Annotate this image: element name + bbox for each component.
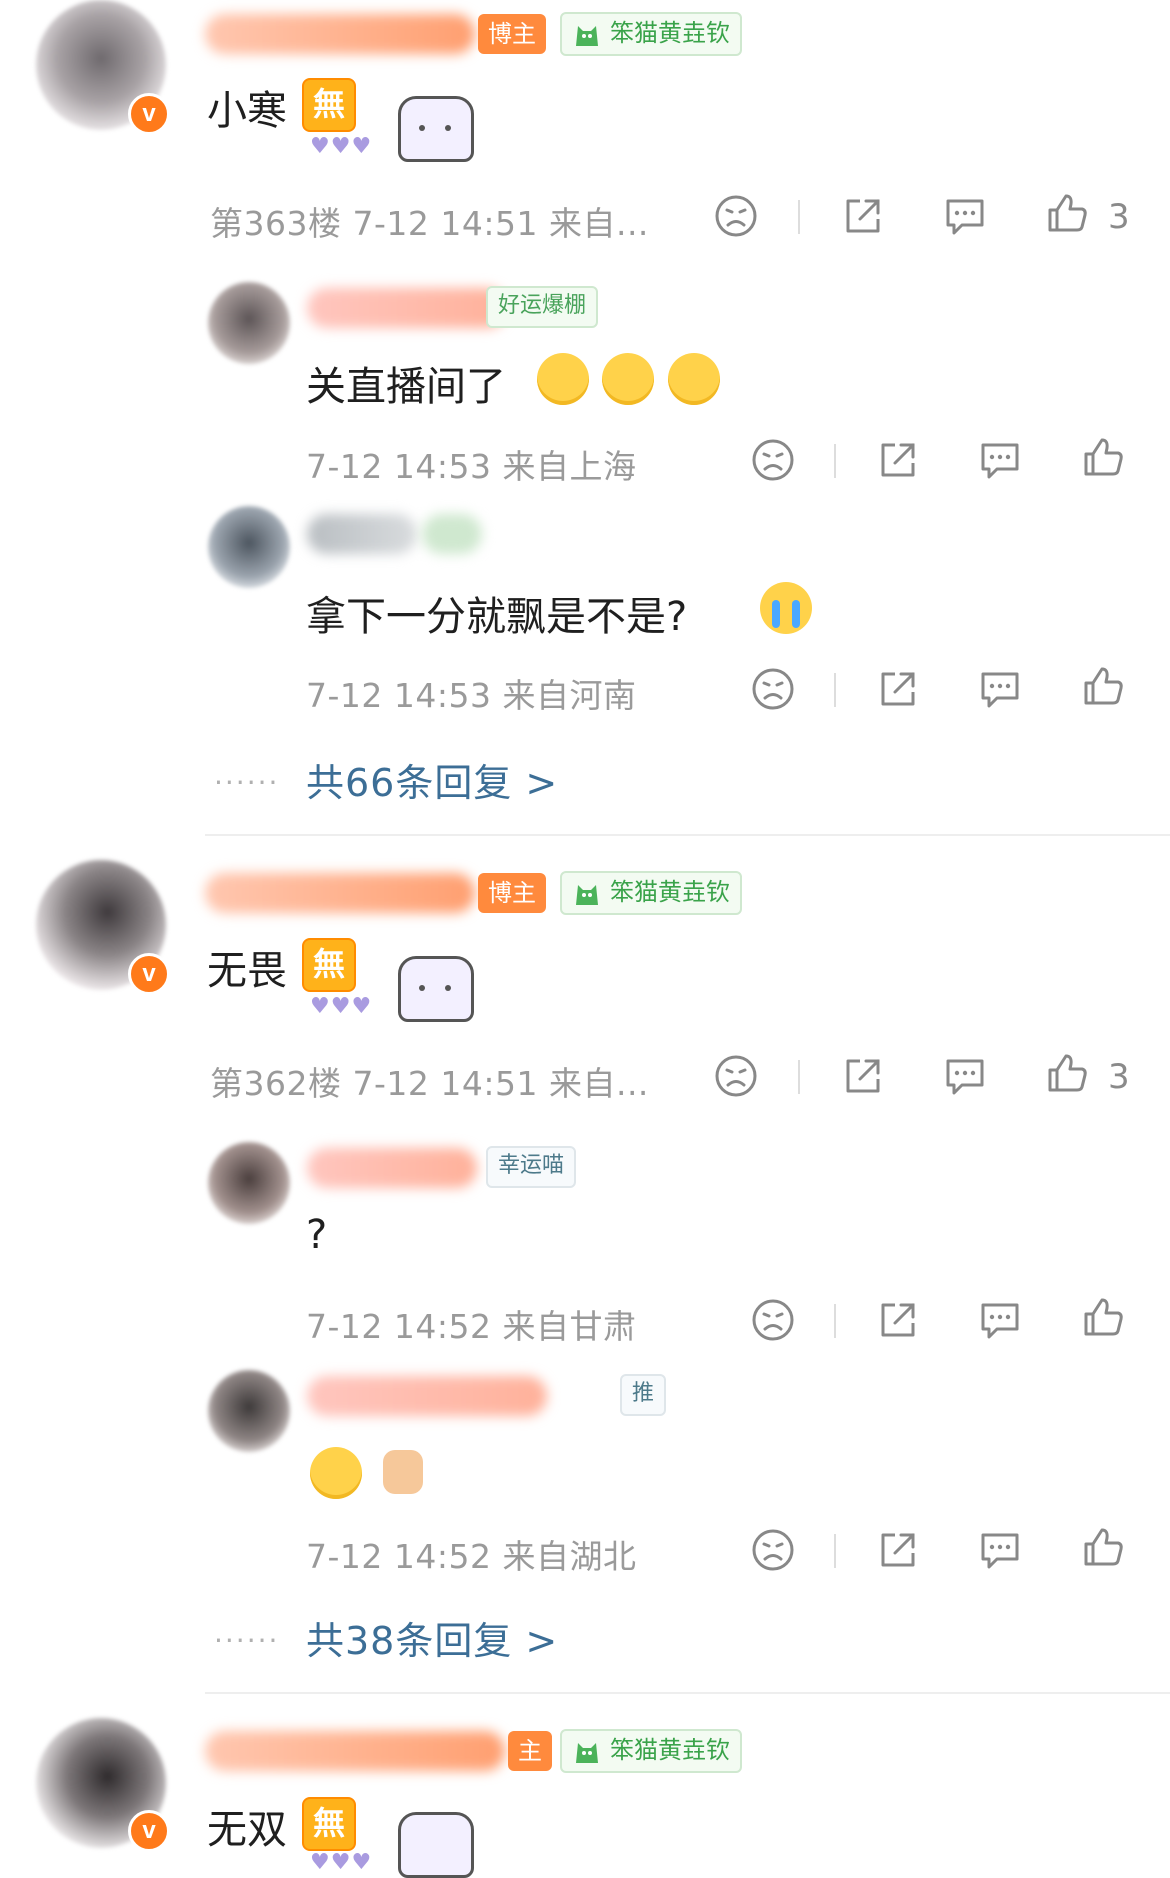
verified-v-icon: v — [128, 1810, 170, 1852]
username-blurred[interactable] — [307, 514, 417, 554]
dislike-face-icon[interactable] — [713, 1053, 759, 1099]
like-count: 3 — [1108, 1057, 1130, 1097]
username-blurred[interactable] — [307, 1148, 477, 1188]
smile-emoji-icon — [668, 353, 720, 405]
fan-group-tag[interactable]: 笨猫黄垚钦 — [560, 871, 742, 915]
comment-icon[interactable] — [942, 193, 988, 239]
thumb-up-icon[interactable] — [1080, 663, 1126, 709]
hand-emoji-icon — [383, 1450, 423, 1494]
verified-v-icon: v — [128, 93, 170, 135]
divider — [798, 200, 800, 234]
fan-group-tag[interactable]: 笨猫黄垚钦 — [560, 1729, 742, 1773]
badge-icon: 無 — [302, 938, 356, 992]
divider — [205, 834, 1170, 836]
dislike-face-icon[interactable] — [713, 193, 759, 239]
reply-avatar[interactable] — [208, 1142, 290, 1224]
comment-meta: 第363楼 7-12 14:51 来自... — [210, 204, 649, 243]
divider — [205, 1692, 1170, 1694]
smile-emoji-icon — [537, 353, 589, 405]
share-icon[interactable] — [875, 666, 921, 712]
reply-meta: 7-12 14:52 来自甘肃 — [306, 1307, 637, 1346]
share-icon[interactable] — [875, 437, 921, 483]
ellipsis: ...... — [214, 1616, 280, 1649]
comment-text: 无双 — [207, 1807, 287, 1853]
comment-text: 无畏 — [207, 948, 287, 994]
dislike-face-icon[interactable] — [750, 666, 796, 712]
reply-user-tag: 推 — [620, 1374, 667, 1416]
fan-group-tag[interactable]: 笨猫黄垚钦 — [560, 12, 742, 56]
thumb-up-icon[interactable] — [1080, 1524, 1126, 1570]
username-blurred[interactable] — [205, 873, 475, 913]
hearts-decoration-icon: ♥♥♥ — [310, 1850, 373, 1875]
divider — [834, 444, 836, 478]
reply-meta: 7-12 14:52 来自湖北 — [306, 1537, 637, 1576]
blurred-tag — [422, 514, 482, 554]
smile-emoji-icon — [602, 353, 654, 405]
reply-text: 拿下一分就飘是不是? — [306, 594, 688, 640]
reply-user-tag: 幸运喵 — [486, 1146, 577, 1188]
crying-emoji-icon — [760, 582, 812, 634]
username-blurred[interactable] — [205, 1731, 505, 1771]
verified-v-icon: v — [128, 953, 170, 995]
share-icon[interactable] — [840, 193, 886, 239]
fan-group-label: 笨猫黄垚钦 — [610, 19, 730, 47]
username-blurred[interactable] — [307, 1376, 547, 1416]
reply-avatar[interactable] — [208, 282, 290, 364]
badge-icon: 無 — [302, 1797, 356, 1851]
view-more-replies-link[interactable]: 共38条回复 > — [306, 1610, 558, 1665]
divider — [834, 673, 836, 707]
comment-text: 小寒 — [207, 88, 287, 134]
divider — [834, 1534, 836, 1568]
badge-icon: 無 — [302, 78, 356, 132]
dislike-face-icon[interactable] — [750, 1297, 796, 1343]
host-tag: 主 — [508, 1731, 552, 1771]
reply-avatar[interactable] — [208, 1370, 290, 1452]
thumb-up-icon[interactable] — [1044, 190, 1090, 236]
bunny-sticker-icon — [398, 96, 474, 162]
reply-meta: 7-12 14:53 来自上海 — [306, 447, 637, 486]
reply-meta: 7-12 14:53 来自河南 — [306, 676, 637, 715]
divider — [834, 1304, 836, 1338]
fan-group-label: 笨猫黄垚钦 — [610, 1736, 730, 1764]
host-tag: 博主 — [478, 14, 546, 54]
thumb-up-icon[interactable] — [1080, 1294, 1126, 1340]
thumb-up-icon[interactable] — [1080, 434, 1126, 480]
divider — [798, 1060, 800, 1094]
hearts-decoration-icon: ♥♥♥ — [310, 134, 373, 159]
hearts-decoration-icon: ♥♥♥ — [310, 994, 373, 1019]
comment-icon[interactable] — [977, 437, 1023, 483]
reply-user-tag: 好运爆棚 — [486, 286, 599, 328]
share-icon[interactable] — [840, 1053, 886, 1099]
reply-avatar[interactable] — [208, 506, 290, 588]
host-tag: 博主 — [478, 873, 546, 913]
comment-icon[interactable] — [977, 1297, 1023, 1343]
fan-group-label: 笨猫黄垚钦 — [610, 878, 730, 906]
comment-icon[interactable] — [977, 1527, 1023, 1573]
comment-meta: 第362楼 7-12 14:51 来自... — [210, 1064, 649, 1103]
bunny-sticker-icon — [398, 956, 474, 1022]
bunny-sticker-icon — [398, 1812, 474, 1878]
username-blurred[interactable] — [205, 14, 475, 54]
username-blurred[interactable] — [307, 288, 507, 328]
laughing-emoji-icon — [310, 1447, 362, 1499]
view-more-replies-link[interactable]: 共66条回复 > — [306, 752, 558, 807]
cat-icon — [576, 1743, 598, 1763]
share-icon[interactable] — [875, 1297, 921, 1343]
like-count: 3 — [1108, 197, 1130, 237]
share-icon[interactable] — [875, 1527, 921, 1573]
ellipsis: ...... — [214, 758, 280, 791]
comment-icon[interactable] — [977, 666, 1023, 712]
dislike-face-icon[interactable] — [750, 437, 796, 483]
dislike-face-icon[interactable] — [750, 1527, 796, 1573]
comment-icon[interactable] — [942, 1053, 988, 1099]
cat-icon — [576, 885, 598, 905]
thumb-up-icon[interactable] — [1044, 1050, 1090, 1096]
reply-text: ? — [306, 1212, 328, 1258]
reply-text: 关直播间了 — [306, 364, 506, 410]
cat-icon — [576, 26, 598, 46]
